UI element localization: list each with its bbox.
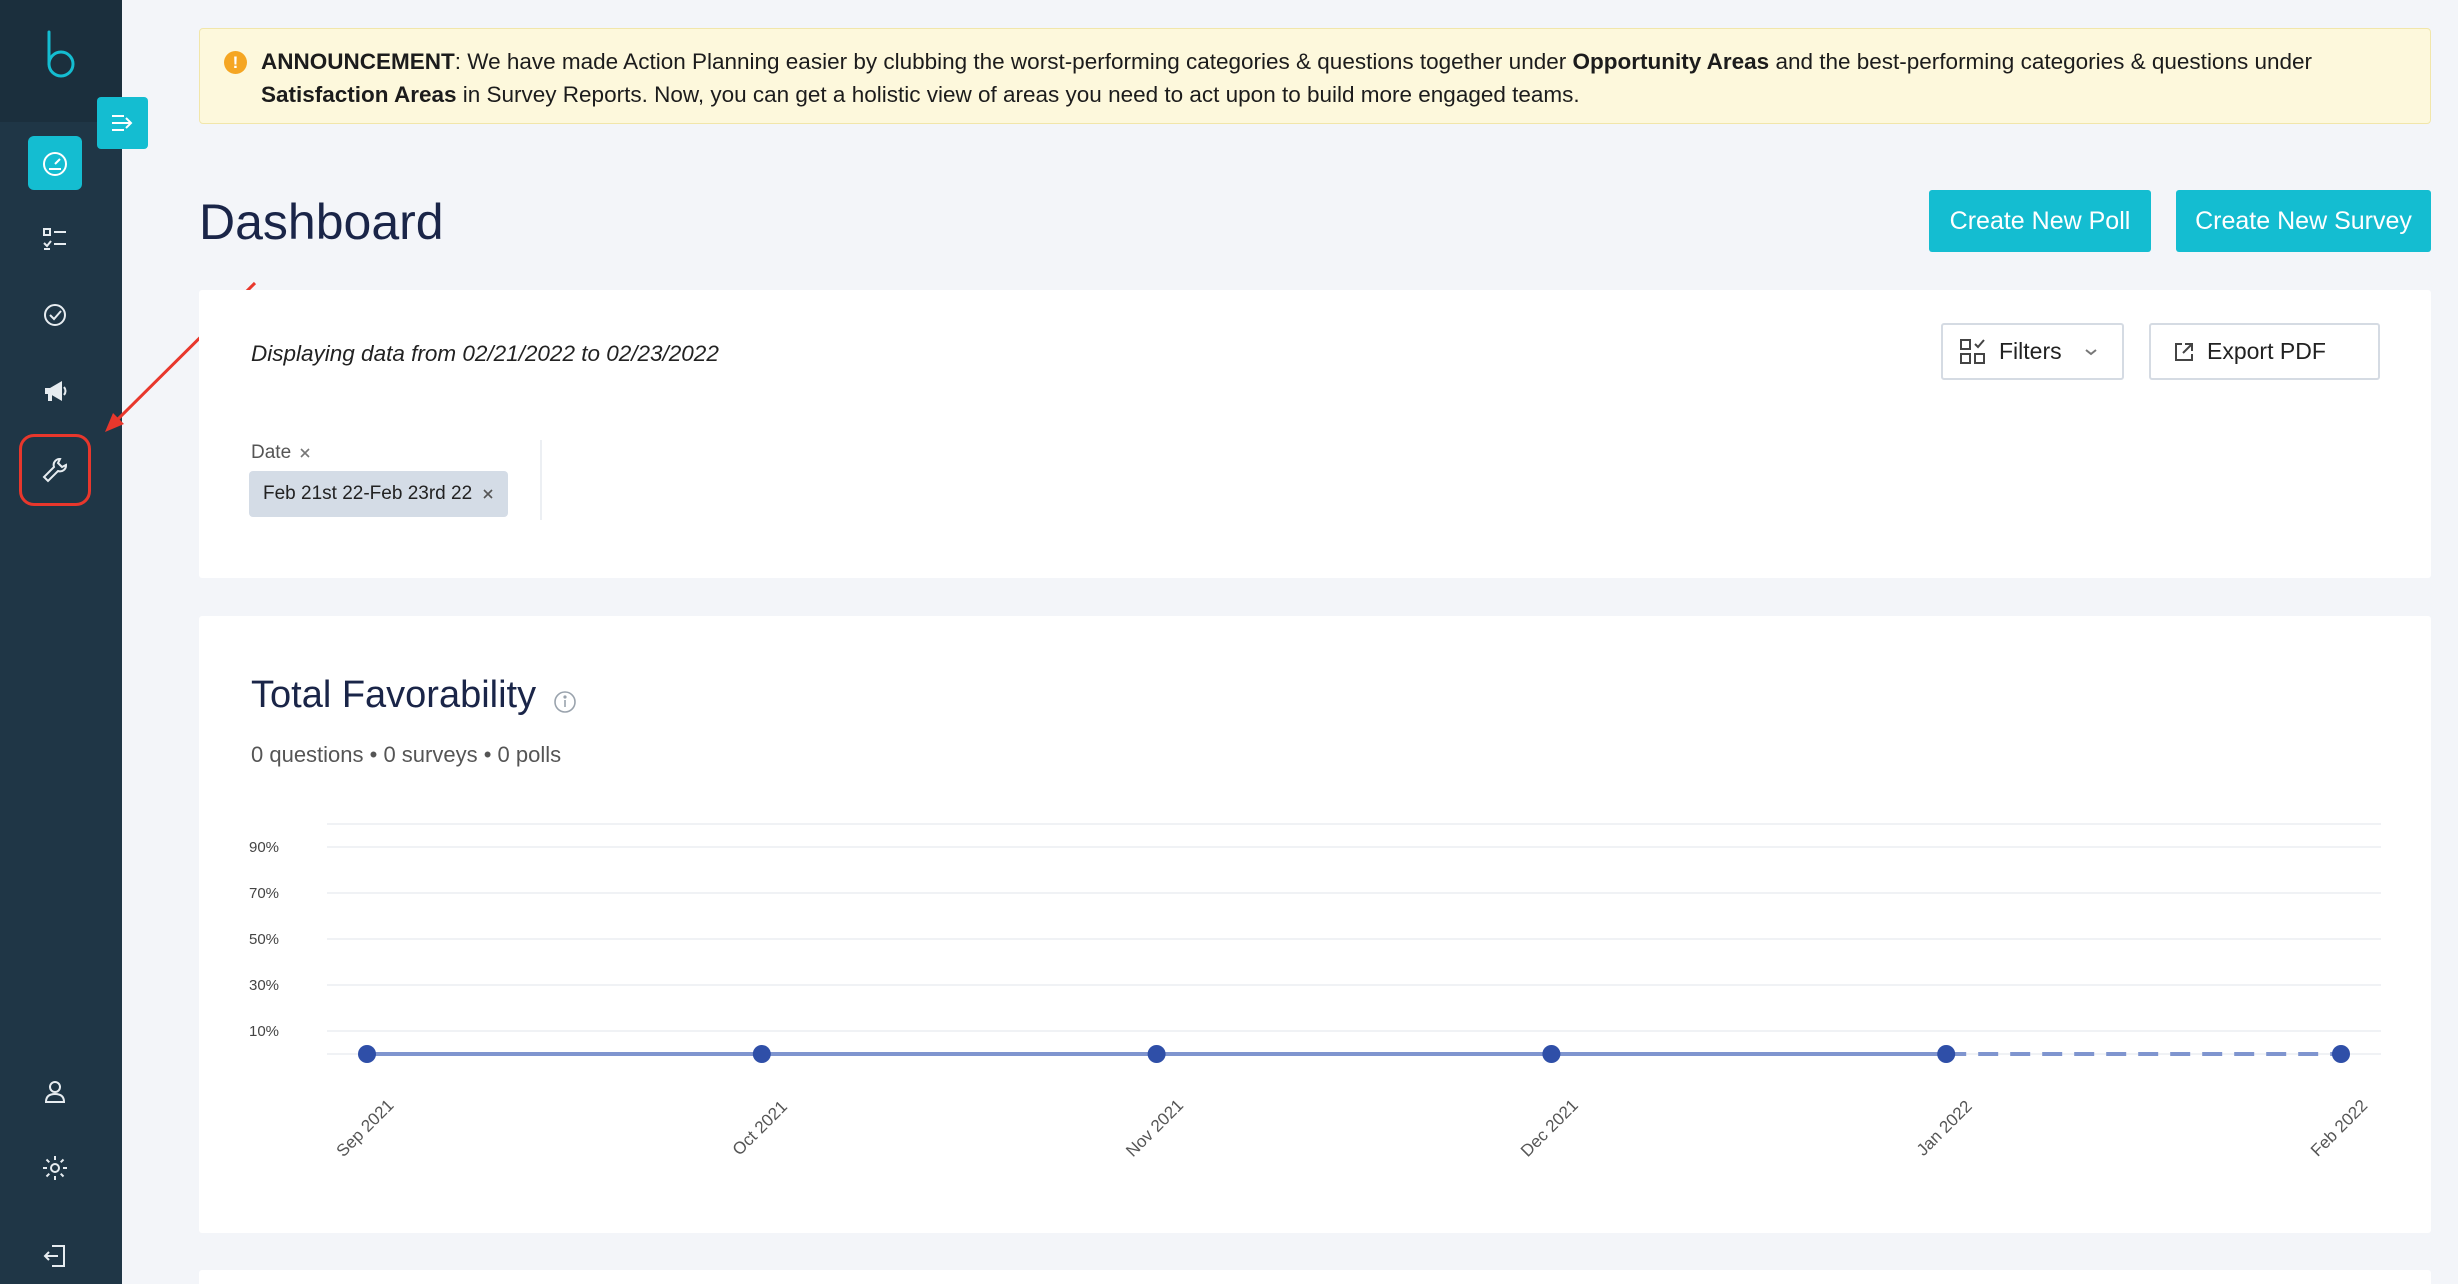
data-point[interactable] (752, 1045, 771, 1063)
y-tick-label: 70% (249, 885, 279, 902)
page-title: Dashboard (199, 194, 444, 250)
x-tick-label: Dec 2021 (1517, 1096, 1582, 1161)
export-icon (2175, 342, 2193, 361)
announcement-banner: ! ANNOUNCEMENT: We have made Action Plan… (199, 28, 2431, 124)
y-tick-label: 50% (249, 931, 279, 948)
export-pdf-button[interactable]: Export PDF (2149, 323, 2380, 380)
announcement-bold-1: Opportunity Areas (1572, 49, 1770, 74)
user-icon (44, 1081, 66, 1103)
data-point[interactable] (1542, 1045, 1561, 1063)
date-chip-label: Feb 21st 22-Feb 23rd 22 (263, 483, 473, 504)
sidebar-item-logout[interactable] (28, 1229, 82, 1283)
date-chip[interactable]: Feb 21st 22-Feb 23rd 22 (249, 471, 509, 517)
favorability-chart: 10% 30% 50% 70% 90% Sep 2021 Oct 2021 Nov 2021 D… (249, 823, 2381, 1161)
logout-icon (43, 1245, 65, 1267)
y-tick-label: 10% (249, 1023, 279, 1040)
filters-button[interactable]: Filters (1941, 323, 2124, 380)
x-tick-label: Sep 2021 (333, 1096, 398, 1161)
announcement-bold-2: Satisfaction Areas (261, 82, 457, 107)
date-filter-label: Date (251, 442, 311, 464)
x-tick-label: Nov 2021 (1122, 1096, 1187, 1161)
x-tick-label: Feb 2022 (2307, 1096, 2371, 1160)
filter-card: Displaying data from 02/21/2022 to 02/23… (199, 290, 2431, 578)
export-label: Export PDF (2207, 338, 2326, 364)
warning-icon: ! (224, 51, 247, 74)
sidebar-item-settings[interactable] (28, 1141, 82, 1195)
create-survey-button[interactable]: Create New Survey (2176, 190, 2431, 252)
filters-label: Filters (1999, 338, 2062, 364)
sidebar-item-profile[interactable] (28, 1065, 82, 1119)
y-tick-label: 30% (249, 977, 279, 994)
filter-grid-icon (1960, 338, 1985, 364)
announcement-prefix: ANNOUNCEMENT (261, 49, 455, 74)
favorability-card: Total Favorability 0 questions • 0 surve… (199, 616, 2431, 1233)
announcement-text-2: and the best-performing categories & que… (1769, 49, 2313, 74)
create-poll-button[interactable]: Create New Poll (1929, 190, 2151, 252)
next-card (199, 1270, 2431, 1284)
data-point[interactable] (358, 1045, 376, 1063)
data-point[interactable] (1147, 1045, 1166, 1063)
x-tick-label: Jan 2022 (1913, 1097, 1976, 1160)
y-tick-label: 90% (249, 839, 279, 856)
gear-icon (43, 1156, 67, 1180)
date-label: Date (251, 442, 292, 463)
x-tick-label: Oct 2021 (729, 1097, 791, 1159)
announcement-text-3: in Survey Reports. Now, you can get a ho… (456, 82, 1580, 107)
announcement-text-1: : We have made Action Planning easier by… (454, 49, 1573, 74)
date-range-text: Displaying data from 02/21/2022 to 02/23… (251, 341, 719, 366)
chevron-down-icon (2085, 348, 2097, 355)
data-point[interactable] (2332, 1045, 2350, 1063)
data-point[interactable] (1937, 1045, 1956, 1063)
close-icon[interactable] (299, 447, 311, 459)
close-icon[interactable] (482, 488, 494, 500)
divider (540, 440, 542, 520)
